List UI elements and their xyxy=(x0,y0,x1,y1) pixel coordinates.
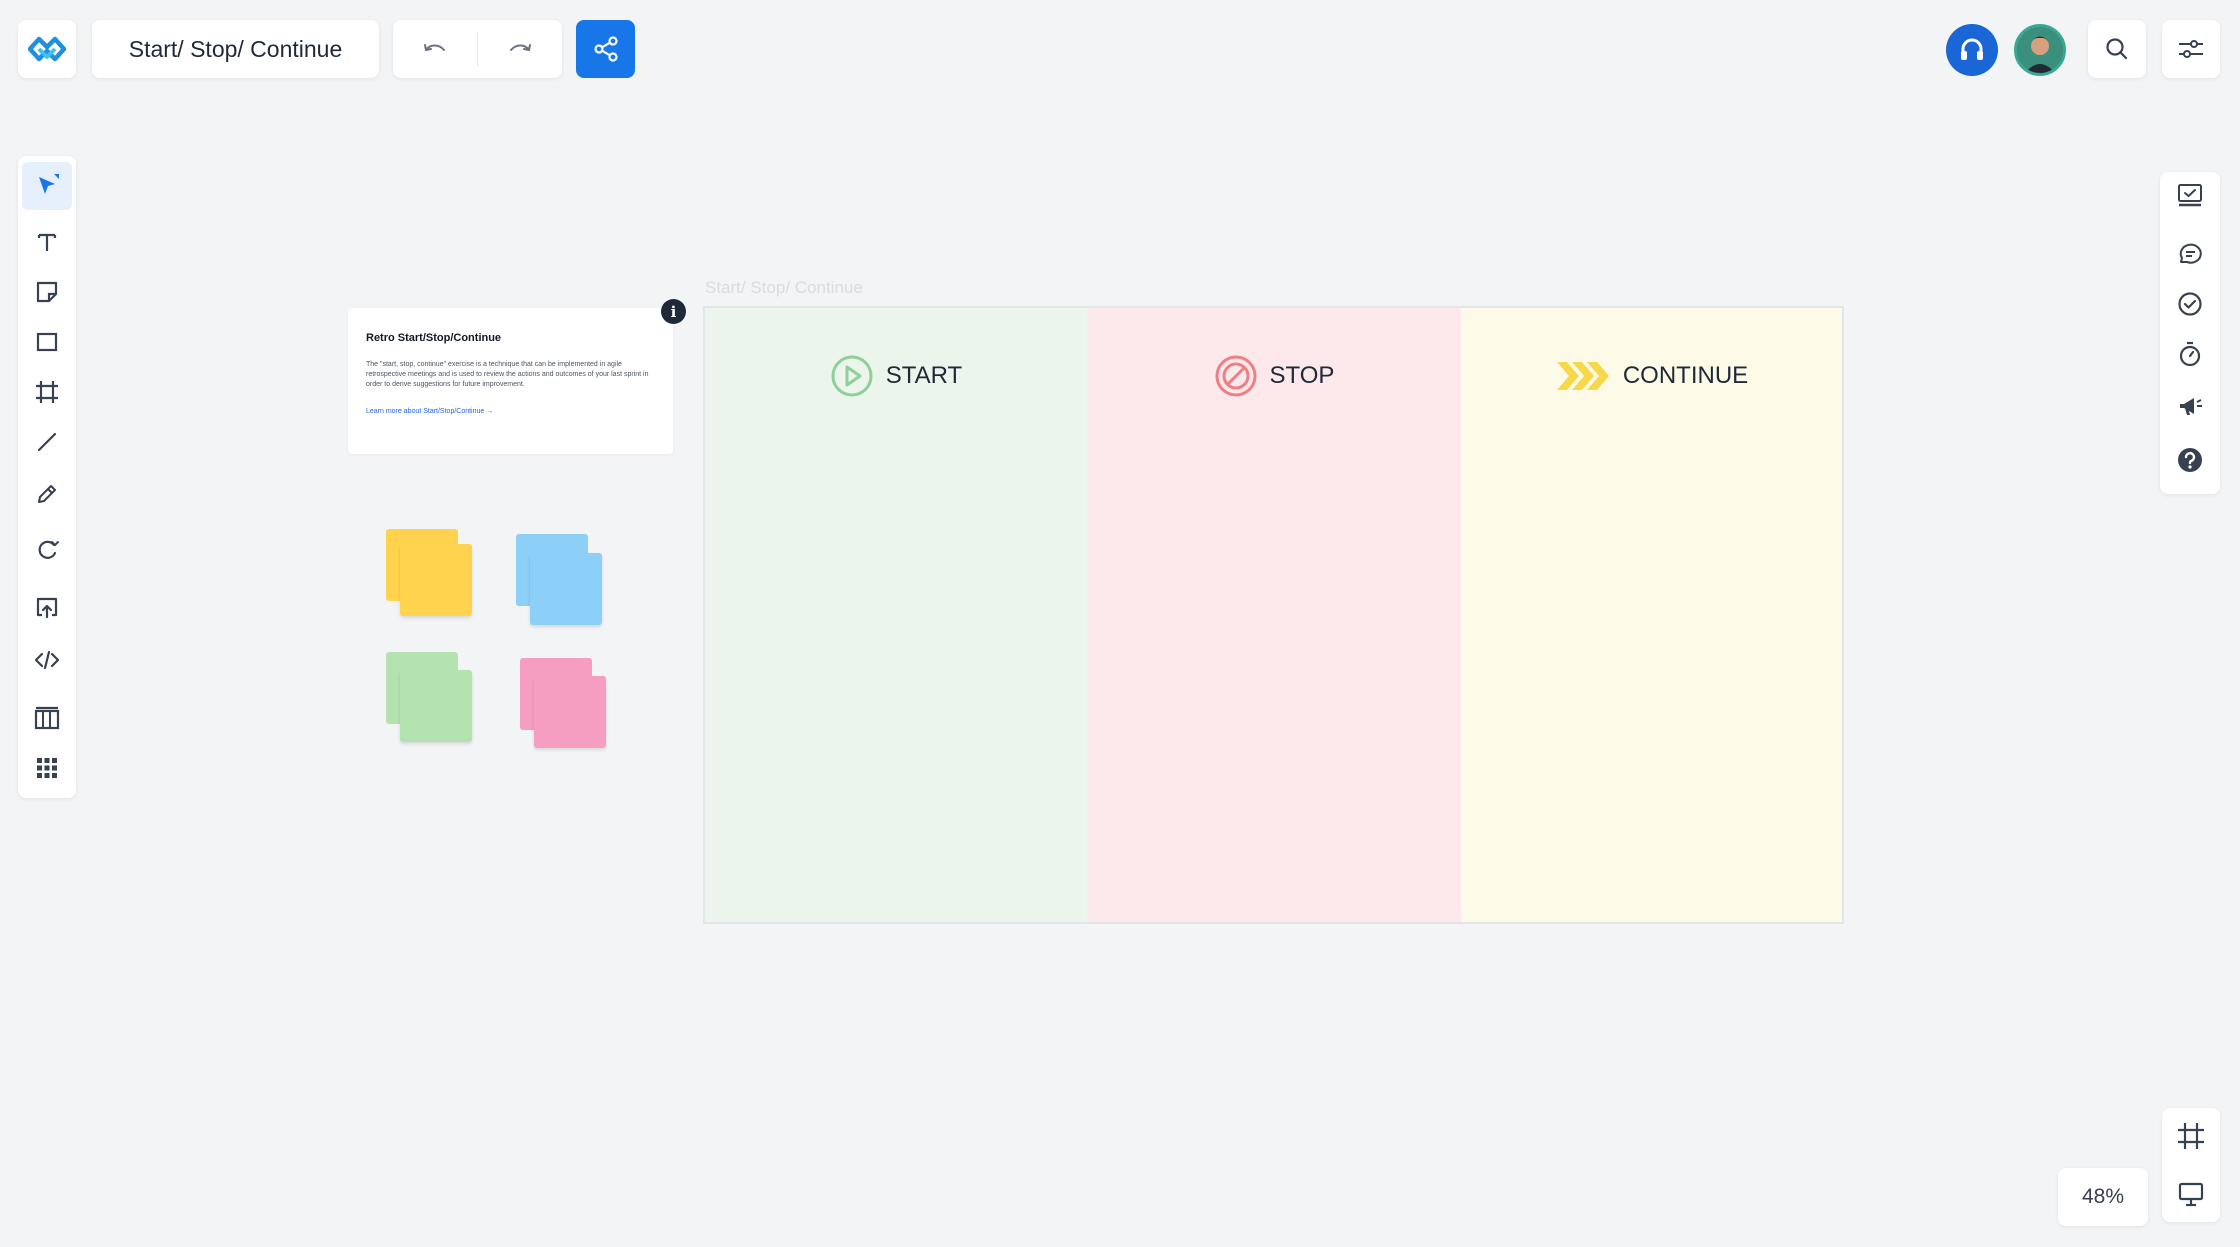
shape-tool[interactable] xyxy=(18,318,76,366)
app-logo-button[interactable] xyxy=(18,20,76,78)
column-stop[interactable]: STOP xyxy=(1087,308,1461,922)
monitor-icon xyxy=(2178,1182,2204,1207)
sticky-note-icon xyxy=(36,281,58,303)
zoom-level-button[interactable]: 48% xyxy=(2058,1168,2148,1226)
sticky-note xyxy=(400,670,472,742)
lasso-tool[interactable] xyxy=(18,526,76,574)
frame-tool[interactable] xyxy=(18,368,76,416)
right-toolbar xyxy=(2160,172,2220,494)
sliders-icon xyxy=(2179,40,2203,58)
info-card-title: Retro Start/Stop/Continue xyxy=(366,332,502,344)
rectangle-icon xyxy=(36,332,58,352)
announcements-button[interactable] xyxy=(2160,382,2220,430)
info-icon[interactable]: i xyxy=(661,299,686,324)
cursor-arrow-icon xyxy=(39,174,59,194)
retro-frame[interactable]: START STOP CONTINUE xyxy=(703,306,1844,924)
column-title: CONTINUE xyxy=(1622,362,1749,389)
redo-icon xyxy=(510,44,531,51)
code-icon xyxy=(34,650,60,670)
undo-redo-group xyxy=(393,20,562,78)
table-icon xyxy=(34,706,60,730)
lasso-icon xyxy=(38,540,59,559)
undo-icon xyxy=(424,44,445,51)
sticky-note xyxy=(530,553,602,625)
board-title-field[interactable]: Start/ Stop/ Continue xyxy=(92,20,379,78)
frames-button[interactable] xyxy=(2162,1112,2220,1160)
frame-icon xyxy=(36,381,58,403)
frame-icon xyxy=(2178,1123,2204,1149)
megaphone-icon xyxy=(2180,398,2202,415)
frame-label[interactable]: Start/ Stop/ Continue xyxy=(705,278,863,298)
column-header: STOP xyxy=(1087,354,1461,398)
share-icon xyxy=(593,36,618,62)
embed-tool[interactable] xyxy=(18,636,76,684)
present-board-icon xyxy=(2178,184,2202,207)
avatar-image xyxy=(2017,27,2063,73)
sticky-note xyxy=(400,544,472,616)
pen-tool[interactable] xyxy=(18,470,76,518)
board-title: Start/ Stop/ Continue xyxy=(128,35,343,62)
column-continue[interactable]: CONTINUE xyxy=(1461,308,1842,922)
settings-button[interactable] xyxy=(2162,20,2220,78)
column-header: CONTINUE xyxy=(1461,358,1842,394)
upload-tool[interactable] xyxy=(18,584,76,632)
support-button[interactable] xyxy=(1946,24,1998,76)
stop-sign-icon xyxy=(1215,355,1257,397)
info-card[interactable]: Retro Start/Stop/Continue The "start, st… xyxy=(348,308,673,454)
share-button[interactable] xyxy=(576,20,635,78)
presentation-button[interactable] xyxy=(2160,172,2220,220)
help-icon xyxy=(2178,448,2202,472)
column-title: STOP xyxy=(1269,362,1335,389)
timer-button[interactable] xyxy=(2160,330,2220,378)
comment-icon xyxy=(2179,243,2202,264)
text-tool[interactable] xyxy=(18,218,76,266)
select-tool[interactable] xyxy=(22,162,72,210)
bottom-right-toolbar xyxy=(2162,1108,2220,1222)
play-circle-icon xyxy=(831,355,873,397)
line-tool[interactable] xyxy=(18,418,76,466)
column-start[interactable]: START xyxy=(705,308,1087,922)
table-tool[interactable] xyxy=(18,694,76,742)
text-icon xyxy=(37,233,57,251)
column-title: START xyxy=(885,362,963,389)
grid-dots-icon xyxy=(37,758,57,778)
left-toolbar xyxy=(18,156,76,798)
sticky-note-tool[interactable] xyxy=(18,268,76,316)
undo-button[interactable] xyxy=(393,20,477,78)
info-card-link[interactable]: Learn more about Start/Stop/Continue → xyxy=(366,408,655,415)
comments-button[interactable] xyxy=(2160,230,2220,278)
redo-button[interactable] xyxy=(478,20,562,78)
sticky-note xyxy=(534,676,606,748)
tasks-button[interactable] xyxy=(2160,280,2220,328)
line-icon xyxy=(37,432,57,452)
present-button[interactable] xyxy=(2162,1170,2220,1218)
user-avatar[interactable] xyxy=(2014,24,2066,76)
pencil-icon xyxy=(38,485,56,503)
help-button[interactable] xyxy=(2160,436,2220,484)
headphones-icon xyxy=(1961,38,1983,60)
zoom-level: 48% xyxy=(2081,1185,2125,1208)
chevrons-right-icon xyxy=(1556,362,1609,390)
logo-icon xyxy=(28,36,66,62)
search-icon xyxy=(2106,38,2128,60)
column-header: START xyxy=(705,354,1087,398)
upload-icon xyxy=(36,597,58,619)
more-tools-button[interactable] xyxy=(18,744,76,792)
check-circle-icon xyxy=(2178,292,2202,316)
search-button[interactable] xyxy=(2088,20,2146,78)
info-card-body: The "start, stop, continue" exercise is … xyxy=(366,361,649,388)
stopwatch-icon xyxy=(2179,341,2201,367)
